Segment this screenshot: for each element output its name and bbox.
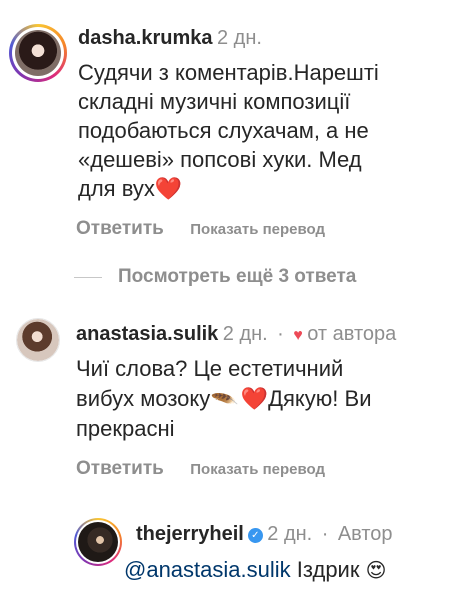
username-anastasia[interactable]: anastasia.sulik [76, 323, 218, 345]
comment-3-text-body: Іздрик [296, 557, 360, 582]
red-heart-icon: ❤️ [154, 176, 183, 201]
comment-2-text-line-2-b: Дякую! Ви [268, 386, 372, 411]
author-like-label: от автора [307, 323, 397, 345]
separator-dot: · [277, 323, 284, 345]
timestamp: 2 дн. [216, 27, 262, 49]
comment-2-header: anastasia.sulik 2 дн. · ♥ от автора [76, 323, 396, 346]
avatar-anastasia[interactable] [16, 318, 60, 362]
comment-1-text-line-4: «дешеві» попсові хуки. Мед [78, 147, 362, 172]
username-thejerryheil[interactable]: thejerryheil [136, 523, 244, 545]
timestamp: 2 дн. [222, 323, 268, 345]
verified-badge-icon: ✓ [247, 528, 263, 543]
author-heart-icon: ♥ [293, 327, 303, 344]
author-label: Автор [337, 523, 393, 545]
comment-2-text-line-2: вибух мозоку🪶❤️Дякую! Ви [76, 384, 371, 415]
comment-1-text-line-3: подобаються слухачам, а не [78, 118, 369, 143]
comment-3-header: thejerryheil ✓ 2 дн. · Автор [136, 523, 393, 546]
comment-1-header: dasha.krumka 2 дн. [78, 27, 262, 50]
red-heart-icon: ❤️ [240, 386, 269, 411]
separator-dot: · [321, 523, 329, 545]
translate-button[interactable]: Показать перевод [190, 461, 325, 478]
translate-button[interactable]: Показать перевод [190, 221, 325, 238]
comment-2-text-line-3: прекрасні [76, 416, 175, 441]
username-dasha[interactable]: dasha.krumka [78, 27, 213, 49]
avatar-thejerryheil[interactable] [74, 518, 122, 566]
feather-icon: 🪶 [210, 386, 240, 414]
reply-button[interactable]: Ответить [76, 218, 164, 239]
comment-1-text-line-5-text: для вух [78, 176, 155, 201]
comment-2-actions: Ответить Показать перевод [76, 458, 325, 480]
view-more-replies[interactable]: Посмотреть ещё 3 ответа [74, 266, 356, 288]
comment-2-text-line-1: Чиї слова? Це естетичний [76, 356, 344, 381]
mention-link[interactable]: @anastasia.sulik [124, 557, 291, 582]
comment-1-text-line-2: складні музичні композиції [78, 89, 351, 114]
comment-3-text: @anastasia.sulik Іздрик 😍 [124, 555, 386, 586]
comment-1-text-line-1: Судячи з коментарів.Нарешті [78, 60, 379, 85]
timestamp: 2 дн. [267, 523, 313, 545]
divider-dash [74, 276, 102, 278]
avatar-dasha[interactable] [9, 24, 67, 82]
reply-button[interactable]: Ответить [76, 458, 164, 479]
heart-eyes-emoji-icon: 😍 [365, 560, 387, 582]
comment-1-text-line-5: для вух❤️ [78, 174, 182, 203]
view-more-replies-label: Посмотреть ещё 3 ответа [118, 266, 357, 287]
comment-1-actions: Ответить Показать перевод [76, 218, 325, 240]
comment-2-text-line-2-a: вибух мозоку [76, 386, 211, 411]
